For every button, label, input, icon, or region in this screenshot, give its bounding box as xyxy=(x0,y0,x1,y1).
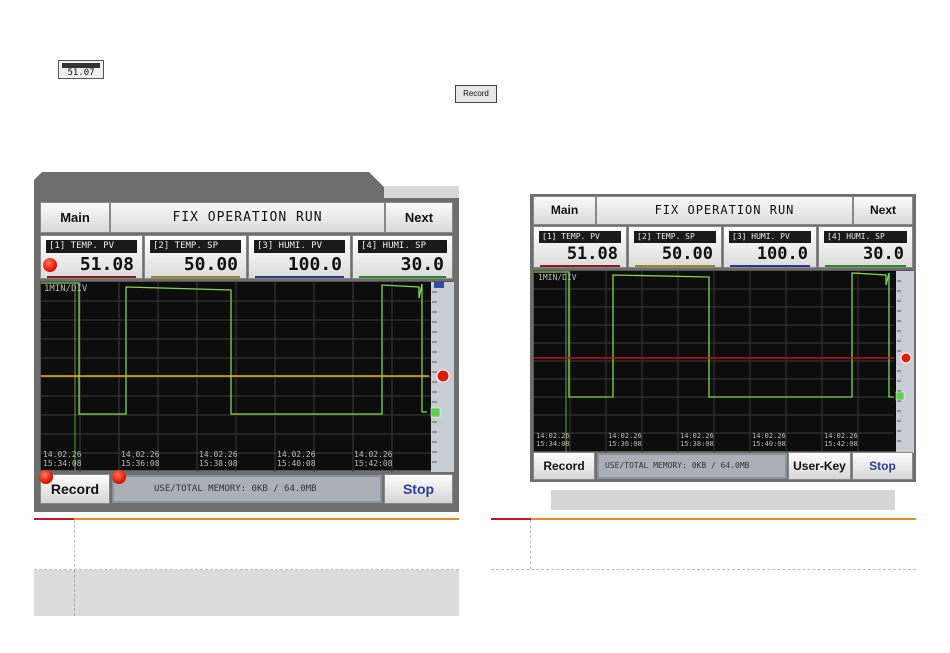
tile-bar xyxy=(825,265,906,267)
tile-value: 30.0 xyxy=(400,254,444,275)
tile-humi-sp[interactable]: [4] HUMI. SP 30.0 xyxy=(818,226,913,268)
x-tick-date: 14.02.26 xyxy=(824,432,858,440)
tile-humi-sp[interactable]: [4] HUMI. SP 30.0 xyxy=(352,235,453,279)
x-tick-time: 15:36:08 xyxy=(121,459,160,468)
mini-tile-value: 51.07 xyxy=(67,68,95,78)
tile-humi-pv[interactable]: [3] HUMI. PV 100.0 xyxy=(723,226,817,268)
mini-record-button[interactable]: Record xyxy=(455,85,497,103)
tile-bar xyxy=(151,276,240,278)
page-title: FIX OPERATION RUN xyxy=(596,196,853,225)
page-title: FIX OPERATION RUN xyxy=(110,202,385,233)
tile-label: [4] HUMI. SP xyxy=(824,231,907,243)
callout-dot-value xyxy=(43,258,57,272)
tile-label: [1] TEMP. PV xyxy=(46,240,137,253)
tile-value: 51.08 xyxy=(566,244,618,264)
main-button[interactable]: Main xyxy=(533,196,596,225)
tile-value: 100.0 xyxy=(756,244,808,264)
tile-label: [1] TEMP. PV xyxy=(539,231,621,243)
right-caption-bar xyxy=(551,490,895,510)
tile-label: [2] TEMP. SP xyxy=(150,240,241,253)
tile-value: 100.0 xyxy=(287,254,342,275)
tile-bar xyxy=(540,265,620,267)
x-tick-time: 15:38:08 xyxy=(680,440,714,448)
right-table-rule xyxy=(491,518,916,520)
x-tick-4: 14.02.26 15:42:08 xyxy=(354,450,393,468)
tile-bar xyxy=(730,265,810,267)
x-tick-time: 15:36:08 xyxy=(608,440,642,448)
x-tick-date: 14.02.26 xyxy=(277,450,316,459)
x-tick-time: 15:40:08 xyxy=(752,440,786,448)
x-tick-time: 15:38:08 xyxy=(199,459,238,468)
x-tick-3: 14.02.26 15:40:08 xyxy=(752,432,786,448)
record-button[interactable]: Record xyxy=(533,452,595,480)
main-button[interactable]: Main xyxy=(40,202,110,233)
tile-bar xyxy=(255,276,344,278)
x-tick-3: 14.02.26 15:40:08 xyxy=(277,450,316,468)
tile-bar xyxy=(359,276,446,278)
x-tick-0: 14.02.26 15:34:08 xyxy=(536,432,570,448)
tile-label: [4] HUMI. SP xyxy=(358,240,447,253)
left-table-divider-2 xyxy=(74,570,76,616)
trend-chart: 1MIN/DIV 14.02.26 15:34:08 14.02.26 15:36:… xyxy=(533,270,914,453)
memory-status: USE/TOTAL MEMORY: 0KB / 64.0MB xyxy=(597,453,787,479)
x-tick-date: 14.02.26 xyxy=(536,432,570,440)
next-button[interactable]: Next xyxy=(385,202,453,233)
tile-label: [3] HUMI. PV xyxy=(729,231,811,243)
tile-temp-pv[interactable]: [1] TEMP. PV 51.08 xyxy=(533,226,627,268)
next-button[interactable]: Next xyxy=(853,196,913,225)
x-tick-date: 14.02.26 xyxy=(608,432,642,440)
right-device-panel: Main FIX OPERATION RUN Next [1] TEMP. PV… xyxy=(530,194,916,482)
x-tick-2: 14.02.26 15:38:08 xyxy=(680,432,714,448)
tile-value: 50.00 xyxy=(661,244,713,264)
chart-div-label: 1MIN/DIV xyxy=(538,273,577,282)
tile-value: 50.00 xyxy=(183,254,238,275)
tile-humi-pv[interactable]: [3] HUMI. PV 100.0 xyxy=(248,235,351,279)
x-tick-1: 14.02.26 15:36:08 xyxy=(608,432,642,448)
x-tick-0: 14.02.26 15:34:08 xyxy=(43,450,82,468)
callout-dot-record xyxy=(39,470,53,484)
tile-temp-sp[interactable]: [2] TEMP. SP 50.00 xyxy=(628,226,722,268)
trend-chart: 1MIN/DIV 14.02.26 15:34:08 14.02.26 15:36:… xyxy=(40,281,454,472)
x-tick-date: 14.02.26 xyxy=(121,450,160,459)
tile-bar xyxy=(635,265,715,267)
stop-button[interactable]: Stop xyxy=(852,452,913,480)
tile-temp-sp[interactable]: [2] TEMP. SP 50.00 xyxy=(144,235,247,279)
x-tick-date: 14.02.26 xyxy=(199,450,238,459)
tile-label: [3] HUMI. PV xyxy=(254,240,345,253)
tile-temp-pv[interactable]: [1] TEMP. PV 51.08 xyxy=(40,235,143,279)
x-tick-2: 14.02.26 15:38:08 xyxy=(199,450,238,468)
right-table-divider xyxy=(530,520,532,569)
x-tick-time: 15:34:08 xyxy=(536,440,570,448)
user-key-button[interactable]: User-Key xyxy=(788,452,851,480)
x-tick-date: 14.02.26 xyxy=(43,450,82,459)
memory-status: USE/TOTAL MEMORY: 0KB / 64.0MB xyxy=(112,475,382,503)
x-tick-time: 15:40:08 xyxy=(277,459,316,468)
x-tick-date: 14.02.26 xyxy=(680,432,714,440)
x-tick-date: 14.02.26 xyxy=(752,432,786,440)
stop-button[interactable]: Stop xyxy=(384,474,453,504)
right-table-row-divider xyxy=(491,569,916,570)
tile-label: [2] TEMP. SP xyxy=(634,231,716,243)
left-table-row-2 xyxy=(34,570,459,616)
left-table-rule xyxy=(34,518,459,520)
x-tick-4: 14.02.26 15:42:08 xyxy=(824,432,858,448)
tile-value: 30.0 xyxy=(863,244,904,264)
x-tick-1: 14.02.26 15:36:08 xyxy=(121,450,160,468)
tile-value: 51.08 xyxy=(79,254,134,275)
mini-tile-icon: 51.07 xyxy=(58,60,104,79)
x-tick-date: 14.02.26 xyxy=(354,450,393,459)
x-tick-time: 15:42:08 xyxy=(824,440,858,448)
tile-bar xyxy=(47,276,136,278)
trend-graph xyxy=(534,271,914,453)
x-tick-time: 15:42:08 xyxy=(354,459,393,468)
trend-graph xyxy=(41,282,454,472)
left-device-panel: Main FIX OPERATION RUN Next [1] TEMP. PV… xyxy=(34,198,459,512)
x-tick-time: 15:34:08 xyxy=(43,459,82,468)
callout-dot-memory xyxy=(112,470,126,484)
chart-div-label: 1MIN/DIV xyxy=(44,284,88,294)
